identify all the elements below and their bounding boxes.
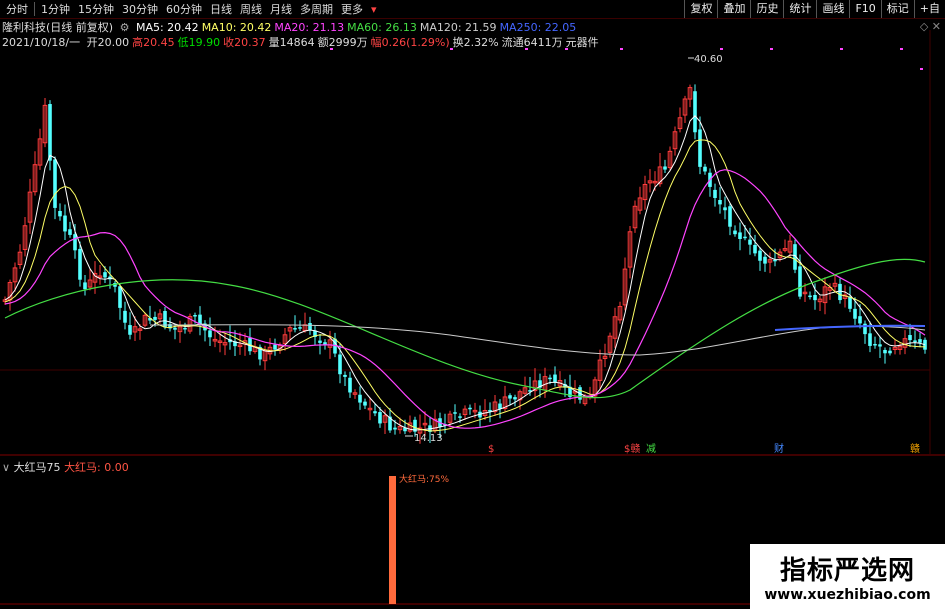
candle-body (308, 323, 312, 331)
kline-chart[interactable]: 40.60 14.13 $ $赣减 财 赣大红马:75% (0, 0, 945, 609)
candle-body (183, 327, 187, 330)
candle-body (118, 286, 122, 308)
event-tick (900, 48, 903, 50)
low-price-label: 14.13 (414, 433, 443, 444)
candle-body (508, 395, 512, 399)
event-marker-0: $ (488, 444, 494, 455)
candle-body (193, 315, 197, 317)
candle-body (458, 416, 462, 418)
candle-body (888, 350, 892, 354)
indicator-chevron-icon[interactable]: ∨ (2, 461, 10, 474)
event-tick (565, 48, 568, 50)
event-marker-2: 减 (646, 443, 656, 455)
candle-body (123, 310, 127, 323)
candle-body (363, 401, 367, 406)
indicator-title-line: ∨ 大红马75 大红马: 0.00 (2, 459, 129, 475)
event-tick (450, 48, 453, 50)
candle-body (723, 207, 727, 211)
candle-body (83, 282, 87, 290)
watermark: 指标严选网 www.xuezhibiao.com (750, 544, 945, 609)
watermark-title: 指标严选网 (779, 556, 915, 586)
candle-body (693, 91, 697, 133)
candle-body (748, 239, 752, 245)
candle-body (918, 339, 922, 343)
candle-body (128, 325, 132, 335)
indicator-bar-label: 大红马:75% (399, 473, 449, 485)
candle-body (338, 354, 342, 375)
high-price-label: 40.60 (694, 54, 723, 65)
candle-body (733, 230, 737, 235)
candle-body (78, 248, 82, 280)
ma20-line (4, 169, 926, 429)
event-tick (330, 48, 333, 50)
candle-body (393, 427, 397, 430)
candle-body (798, 266, 802, 297)
event-tick (525, 48, 528, 50)
candle-body (878, 344, 882, 347)
event-tick (840, 48, 843, 50)
event-marker-3: 财 (774, 442, 784, 455)
candle-body (753, 244, 757, 254)
ma10-line (4, 139, 926, 432)
candle-body (698, 129, 702, 167)
candle-body (858, 316, 862, 324)
indicator-bar (389, 476, 396, 604)
candle-body (348, 377, 352, 393)
event-marker-4: 赣 (910, 442, 920, 455)
candle-body (873, 343, 877, 346)
candle-body (358, 394, 362, 403)
candle-body (298, 327, 302, 329)
candle-body (663, 166, 667, 170)
candle-body (513, 397, 517, 400)
candle-body (913, 340, 917, 342)
candle-body (103, 272, 107, 278)
candle-body (48, 104, 52, 161)
candle-body (718, 199, 722, 205)
candle-body (208, 330, 212, 338)
candle-body (813, 294, 817, 301)
candle-body (743, 236, 747, 239)
candle-body (763, 256, 767, 264)
candle-body (343, 374, 347, 377)
candle-body (318, 340, 322, 343)
candle-body (73, 234, 77, 251)
candle-body (703, 166, 707, 172)
candle-body (198, 314, 202, 325)
indicator-name: 大红马75 (13, 461, 61, 474)
indicator-value: 大红马: 0.00 (64, 461, 129, 474)
candle-body (728, 206, 732, 227)
candle-body (58, 210, 62, 217)
event-tick (620, 48, 623, 50)
candle-body (908, 335, 912, 341)
candle-body (293, 328, 297, 330)
candle-body (758, 250, 762, 261)
candle-body (53, 159, 57, 208)
candle-body (153, 316, 157, 320)
ma5-line (4, 115, 926, 431)
event-tick (720, 48, 723, 50)
candle-body (848, 296, 852, 309)
candle-body (553, 374, 557, 383)
candle-body (453, 412, 457, 414)
candle-body (378, 412, 382, 424)
candle-body (273, 344, 277, 350)
event-marker-1: $赣 (624, 442, 640, 455)
candle-body (838, 283, 842, 301)
candle-body (808, 295, 812, 298)
candle-body (738, 232, 742, 240)
candle-body (713, 189, 717, 198)
candle-body (868, 333, 872, 346)
event-tick (920, 68, 923, 70)
candle-body (883, 349, 887, 354)
candle-body (63, 215, 67, 232)
event-tick (770, 48, 773, 50)
candle-body (468, 407, 472, 410)
candle-body (173, 327, 177, 330)
candle-body (373, 411, 377, 414)
watermark-url: www.xuezhibiao.com (764, 587, 931, 603)
candle-body (853, 308, 857, 319)
candle-body (68, 229, 72, 235)
candle-body (548, 377, 552, 380)
